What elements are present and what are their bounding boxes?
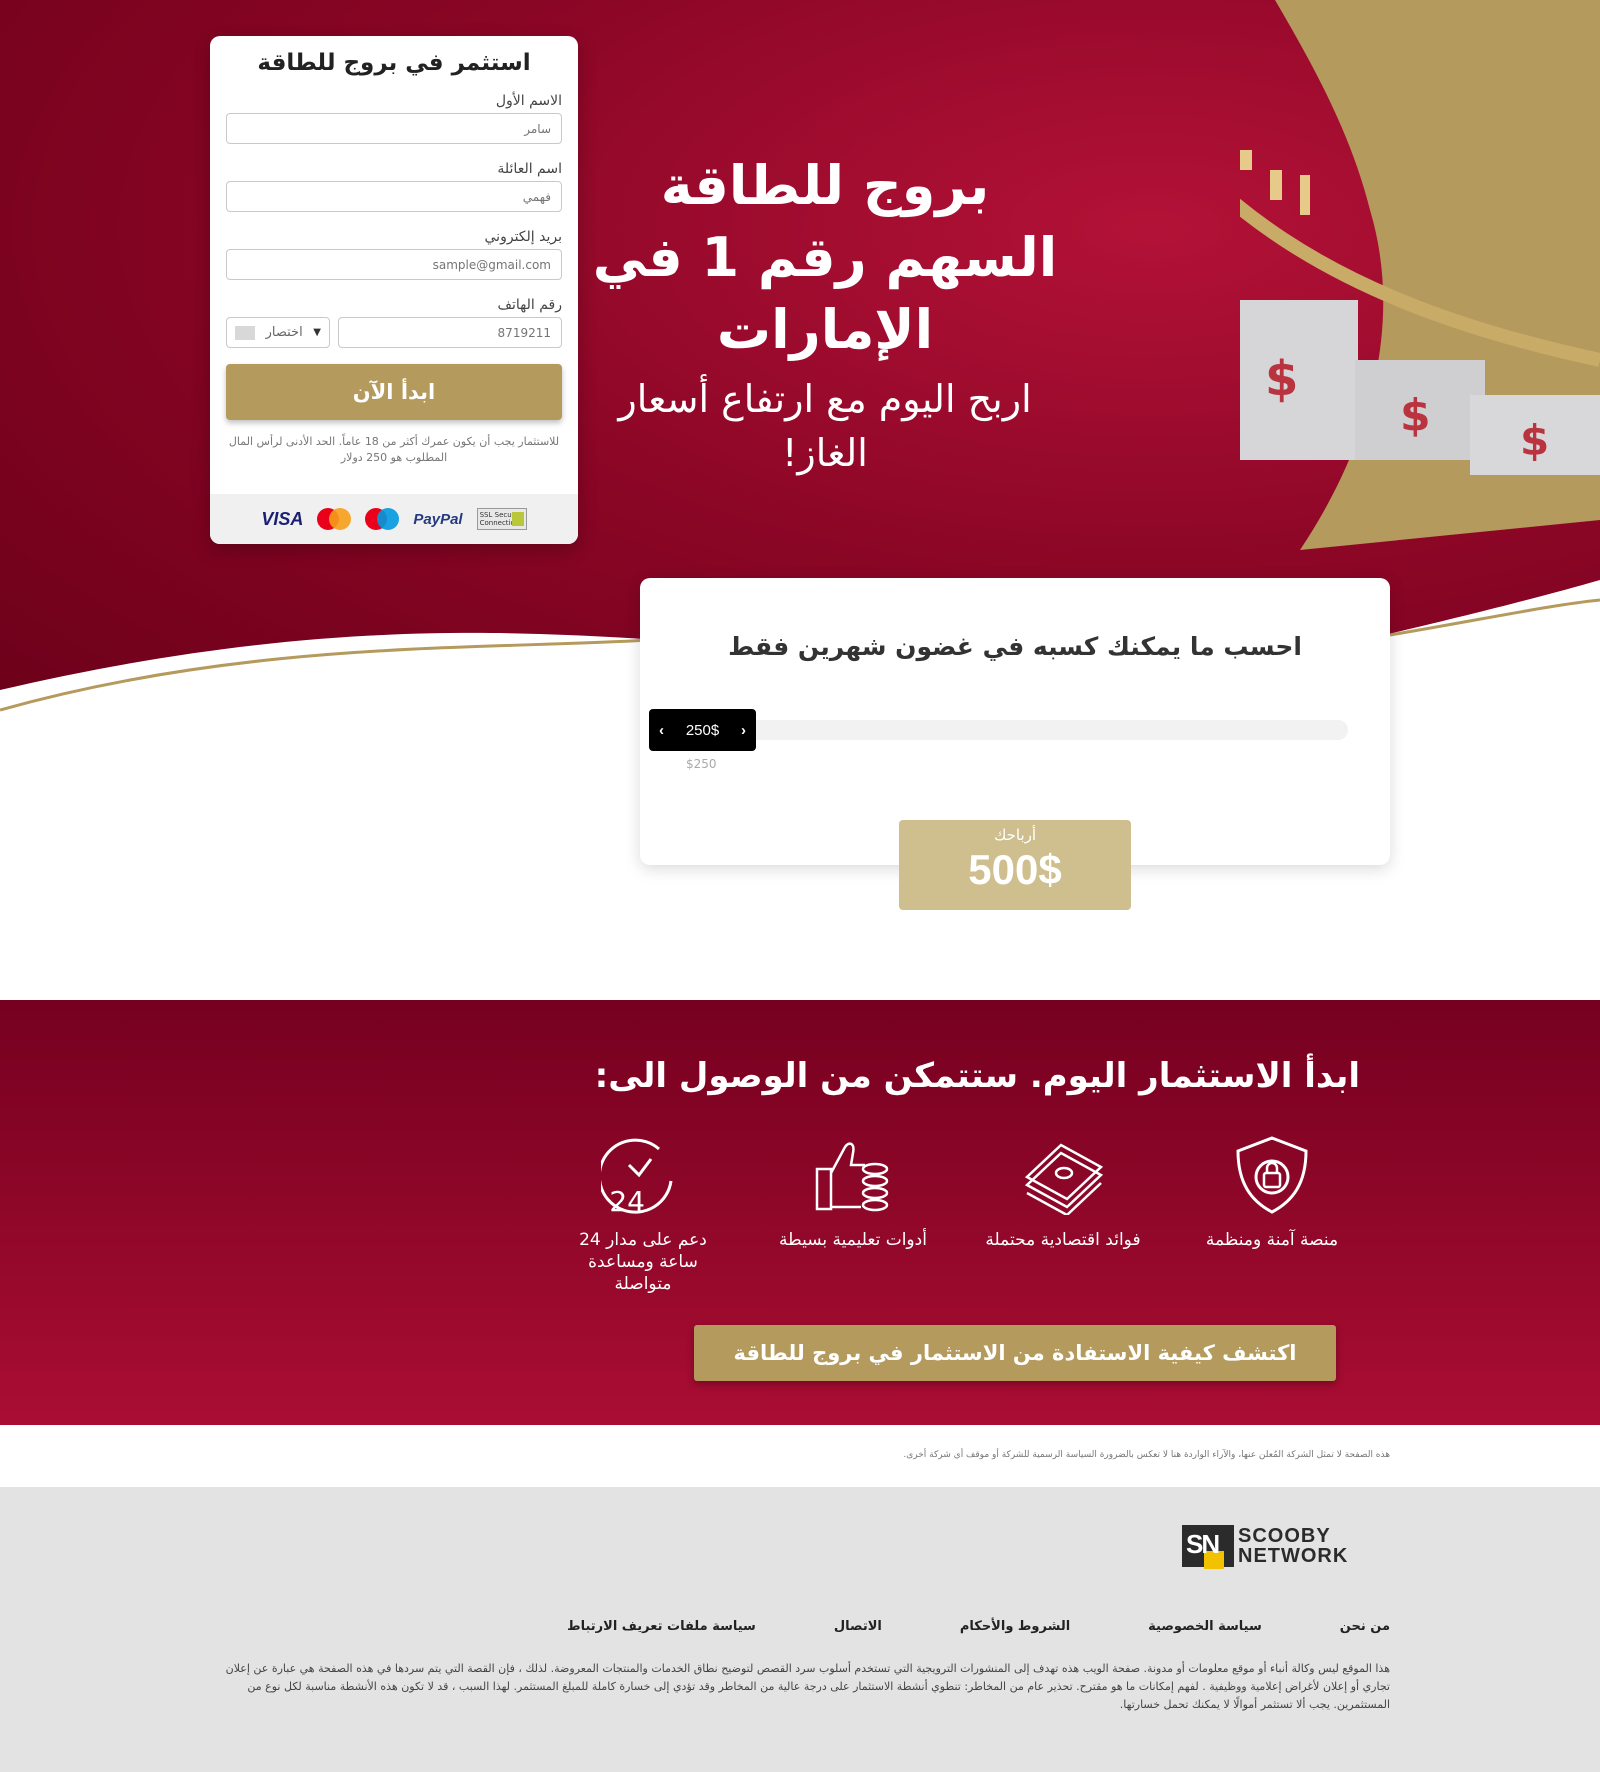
benefits-section: ابدأ الاستثمار اليوم. ستتمكن من الوصول ا… <box>0 1000 1600 1425</box>
scooby-network-logo: SN SCOOBY NETWORK <box>1182 1525 1372 1575</box>
form-title: استثمر في بروج للطاقة <box>257 50 531 76</box>
logo-line-1: SCOOBY <box>1238 1525 1331 1547</box>
profit-label: أرباحك <box>993 826 1037 844</box>
logo-text: SCOOBY NETWORK <box>1238 1526 1348 1566</box>
maestro-logo <box>365 508 400 530</box>
svg-text:$: $ <box>1265 351 1298 407</box>
footer-link-terms[interactable]: الشروط والأحكام <box>960 1619 1070 1634</box>
footer-links: من نحن سياسة الخصوصية الشروط والأحكام ال… <box>567 1619 1390 1634</box>
footer-link-privacy[interactable]: سياسة الخصوصية <box>1148 1619 1262 1634</box>
hero-text: بروج للطاقة السهم رقم 1 في الإمارات اربح… <box>590 150 1060 480</box>
clock-24-icon: 24 <box>601 1138 673 1215</box>
footer-link-contact[interactable]: الاتصال <box>834 1619 882 1634</box>
discover-cta-button[interactable]: اكتشف كيفية الاستفادة من الاستثمار في بر… <box>694 1325 1336 1381</box>
mastercard-logo <box>317 508 352 530</box>
benefits-title: ابدأ الاستثمار اليوم. ستتمكن من الوصول ا… <box>594 1056 1360 1096</box>
phone-label: رقم الهاتف <box>497 297 562 313</box>
footer-disclaimer: هذا الموقع ليس وكالة أنباء أو موقع معلوم… <box>225 1662 1390 1711</box>
email-input[interactable] <box>226 249 562 280</box>
benefit-label: منصة آمنة ومنظمة <box>1205 1230 1339 1250</box>
thumbs-up-coins-icon <box>815 1142 889 1212</box>
money-stack-icon <box>1024 1143 1104 1215</box>
slider-value: 250$ <box>685 721 720 739</box>
country-code-label: اختصار <box>265 325 303 340</box>
payment-methods: VISA PayPal SSL Secure Connection <box>210 494 578 544</box>
logo-mark-text: SN <box>1186 1529 1220 1559</box>
svg-text:$: $ <box>1520 416 1549 465</box>
form-disclaimer: للاستثمار يجب أن يكون عمرك أكثر من 18 عا… <box>228 435 560 464</box>
phone-input[interactable] <box>338 317 562 348</box>
benefit-label: فوائد اقتصادية محتملة <box>985 1230 1141 1250</box>
ssl-secure-badge: SSL Secure Connection <box>476 508 527 530</box>
svg-text:24: 24 <box>609 1185 645 1215</box>
footer-link-cookies[interactable]: سياسة ملفات تعريف الارتباط <box>567 1619 756 1634</box>
footer: SN SCOOBY NETWORK من نحن سياسة الخصوصية … <box>0 1487 1600 1772</box>
profit-value: 500$ <box>968 846 1062 893</box>
first-name-label: الاسم الأول <box>495 93 562 109</box>
hero-headline: بروج للطاقة السهم رقم 1 في الإمارات <box>592 154 1058 361</box>
footer-link-about[interactable]: من نحن <box>1340 1619 1390 1634</box>
slider-min-label: $250 <box>686 757 717 771</box>
benefit-item: منصة آمنة ومنظمة <box>1187 1135 1357 1251</box>
country-code-select[interactable]: ▼ اختصار <box>226 317 330 348</box>
profit-calculator: احسب ما يمكنك كسبه في غضون شهرين فقط ‹ 2… <box>640 578 1390 910</box>
start-now-button[interactable]: ابدأ الآن <box>226 364 562 420</box>
calculator-title: احسب ما يمكنك كسبه في غضون شهرين فقط <box>728 632 1302 661</box>
logo-mark: SN <box>1182 1525 1234 1569</box>
last-name-label: اسم العائلة <box>497 161 562 177</box>
logo-line-2: NETWORK <box>1238 1545 1349 1567</box>
hero-subheadline: اربح اليوم مع ارتفاع أسعار الغاز! <box>618 377 1032 475</box>
chevron-left-icon: ‹ <box>659 721 664 739</box>
benefit-item: فوائد اقتصادية محتملة <box>978 1135 1148 1251</box>
first-name-input[interactable] <box>226 113 562 144</box>
email-label: بريد إلكتروني <box>484 229 562 245</box>
benefit-label: دعم على مدار 24 ساعة ومساعدة متواصلة <box>579 1230 707 1294</box>
paypal-logo: PayPal <box>413 510 463 528</box>
chevron-right-icon: › <box>741 721 746 739</box>
chevron-down-icon: ▼ <box>313 327 321 338</box>
benefit-item: أدوات تعليمية بسيطة <box>768 1135 938 1251</box>
investment-slider-handle[interactable]: ‹ 250$ › <box>649 709 756 751</box>
benefit-item: 24 دعم على مدار 24 ساعة ومساعدة متواصلة <box>558 1135 728 1295</box>
signup-form: استثمر في بروج للطاقة الاسم الأول اسم ال… <box>210 36 578 544</box>
investment-slider-track[interactable] <box>660 720 1348 740</box>
flag-icon <box>235 325 256 340</box>
visa-logo: VISA <box>261 508 304 529</box>
benefit-label: أدوات تعليمية بسيطة <box>779 1230 927 1250</box>
hero-illustration: $ $ $ $ <box>1240 0 1600 550</box>
profit-result: أرباحك 500$ <box>899 820 1131 910</box>
company-note: هذه الصفحة لا تمثل الشركة المُعلن عنها، … <box>903 1450 1390 1460</box>
landing-page: $ $ $ $ استثمر في بروج للطاقة الاسم الأو… <box>0 0 1600 1772</box>
shield-lock-icon <box>1236 1136 1308 1214</box>
phone-row: ▼ اختصار <box>226 317 562 348</box>
svg-text:$: $ <box>1400 390 1431 441</box>
last-name-input[interactable] <box>226 181 562 212</box>
